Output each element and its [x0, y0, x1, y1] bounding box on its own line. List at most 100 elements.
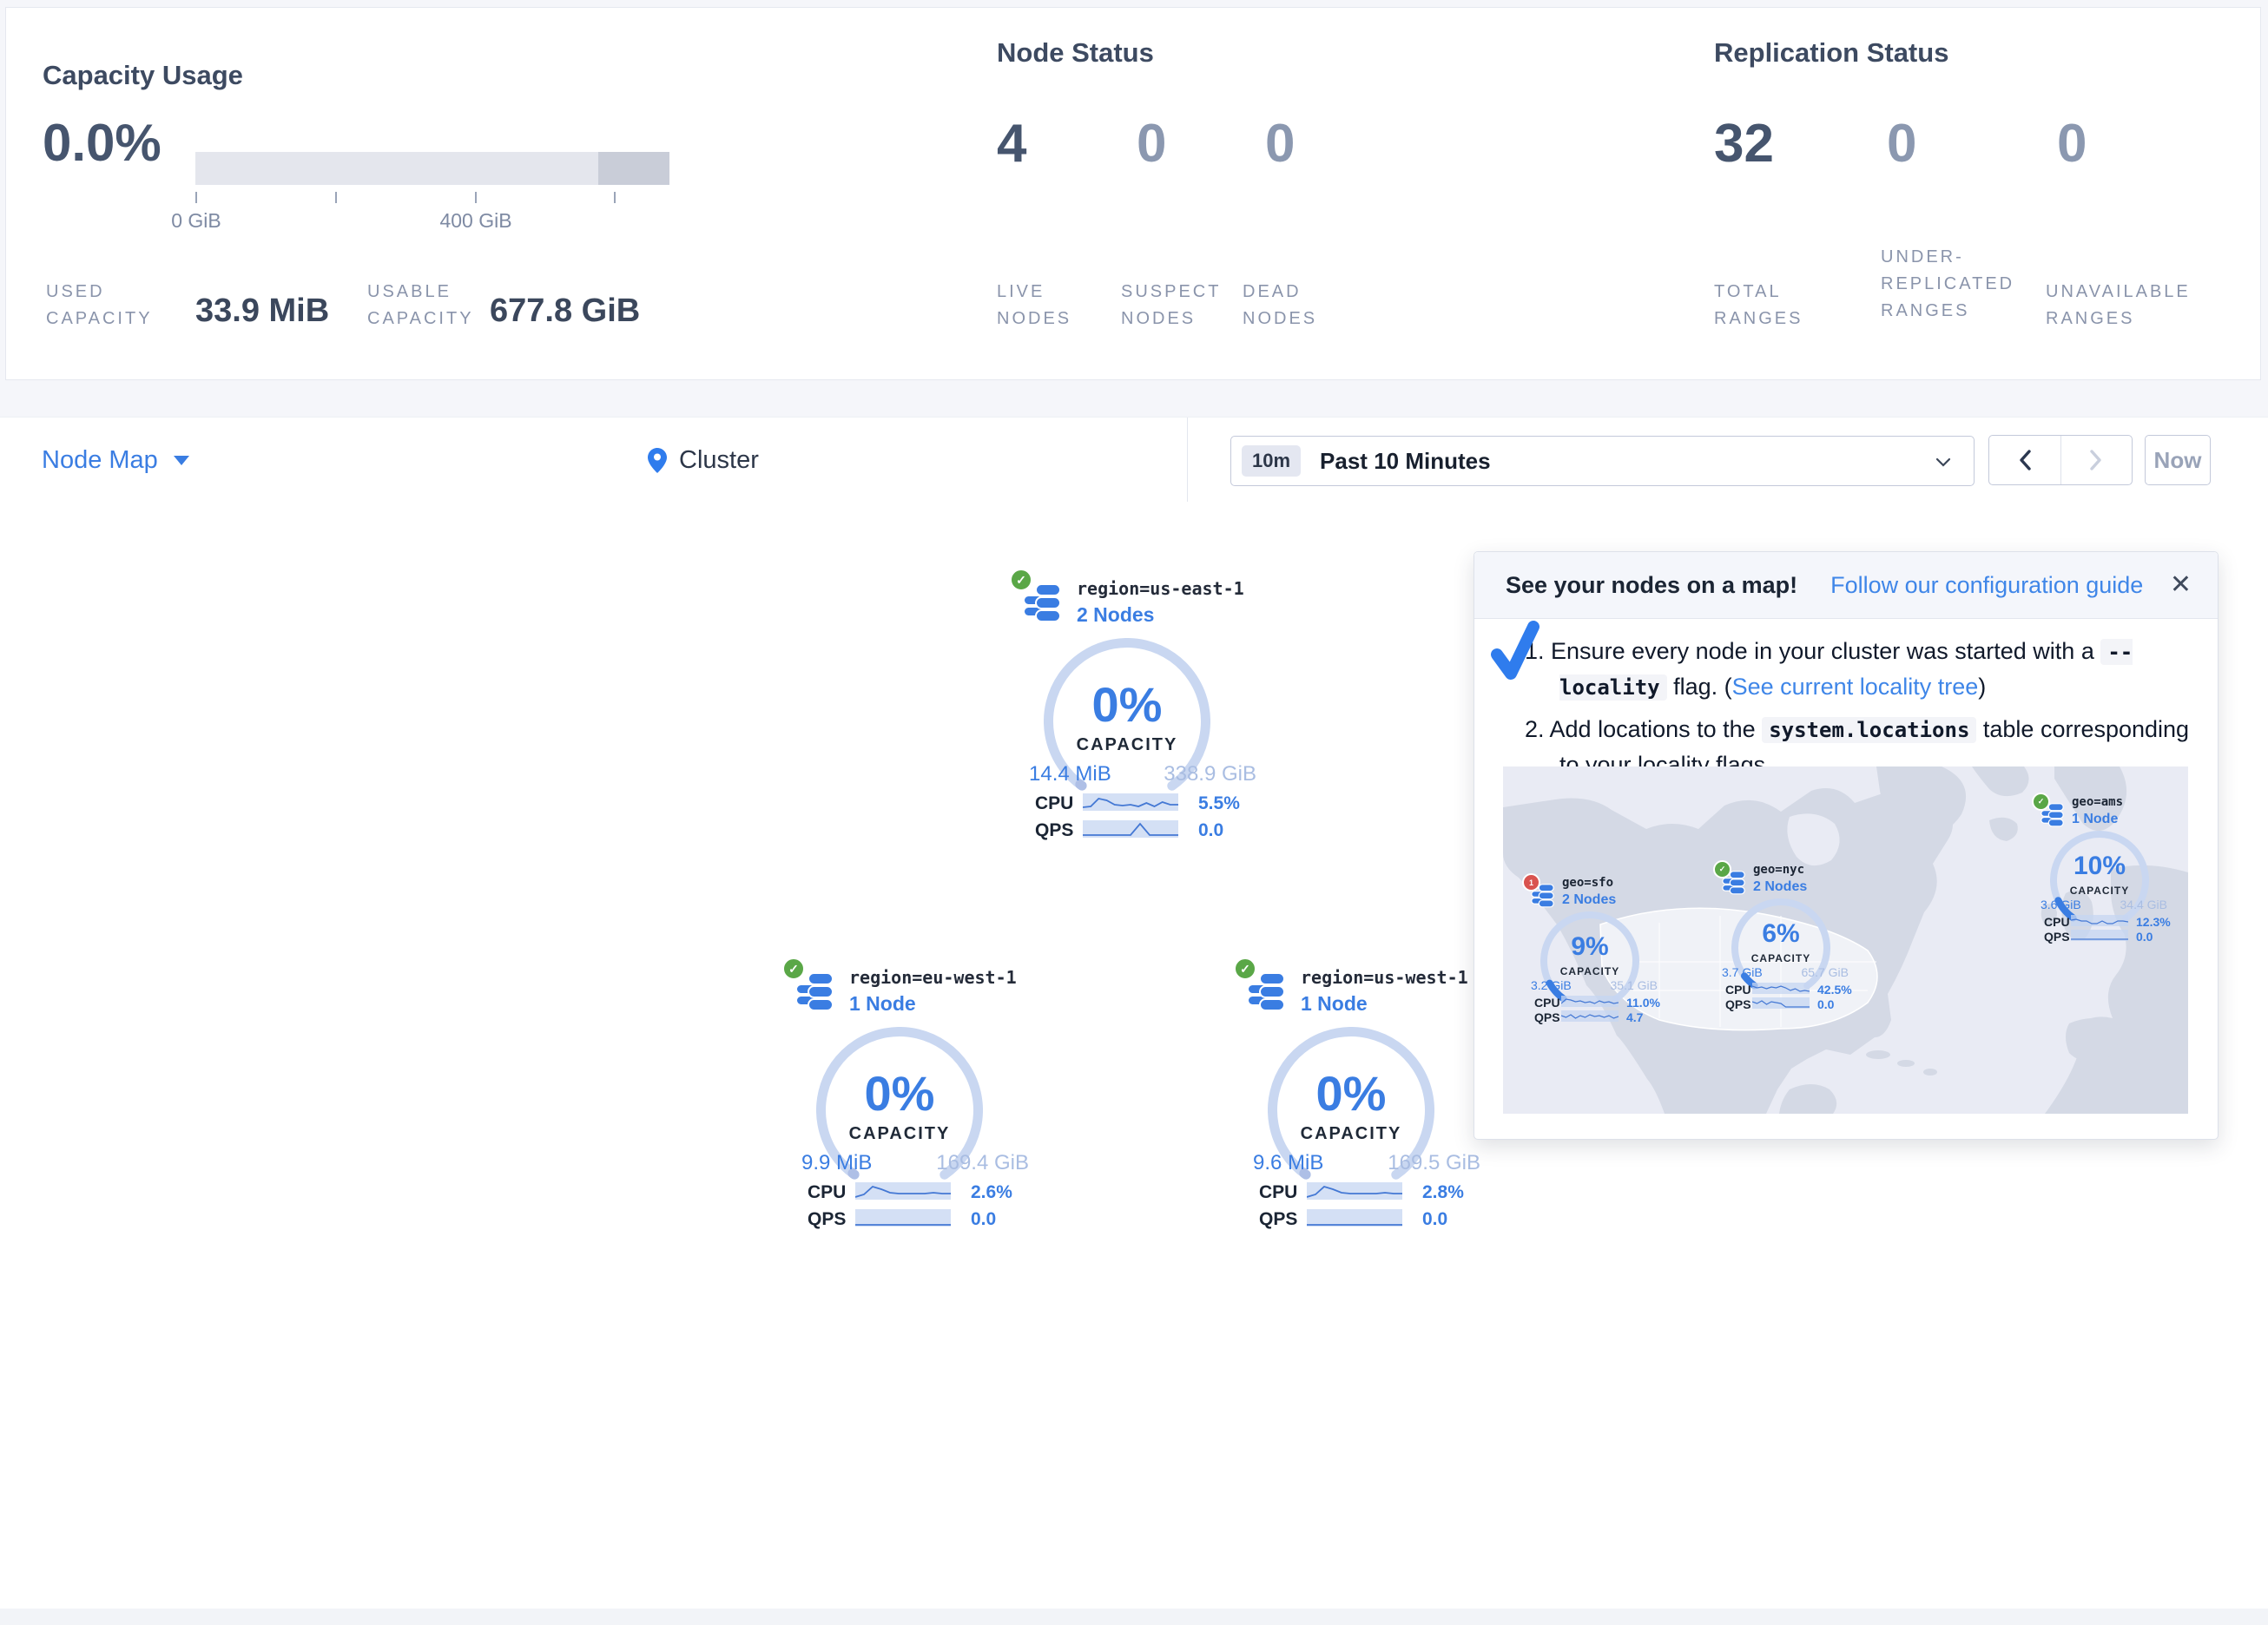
capacity-percent: 0% — [816, 1065, 983, 1122]
bottom-strip — [0, 1609, 2268, 1625]
view-mode-dropdown[interactable]: Node Map — [42, 418, 189, 503]
capacity-caption: CAPACITY — [1044, 735, 1210, 755]
stat-label: LIVE NODES — [997, 279, 1092, 332]
usable-capacity-label: USABLE CAPACITY — [367, 279, 489, 332]
close-icon[interactable]: ✕ — [2170, 569, 2192, 600]
axis-tick — [195, 192, 197, 203]
node-count-link[interactable]: 2 Nodes — [1077, 603, 1154, 627]
inline-code: system.locations — [1762, 717, 1976, 743]
metric-label: QPS — [1035, 820, 1073, 841]
cpu-metric-row: CPU2.6% — [780, 1182, 1040, 1203]
locality-node-group[interactable]: 1 geo=sfo2 Nodes9%CAPACITY3.2 GiB35.1 Gi… — [1519, 872, 1675, 1032]
capacity-total-value: 65.7 GiB — [1802, 965, 1849, 979]
breadcrumb[interactable]: Cluster — [648, 418, 759, 503]
view-mode-label: Node Map — [42, 446, 158, 475]
metric-value: 2.8% — [1422, 1182, 1464, 1203]
step-done-check-icon — [1490, 620, 1540, 684]
qps-metric-row: QPS0.0 — [2028, 930, 2185, 951]
time-prev-button[interactable] — [1989, 436, 2060, 484]
metric-value: 4.7 — [1626, 1010, 1643, 1024]
node-count-link[interactable]: 2 Nodes — [1753, 879, 1807, 895]
step-text: Add locations to the — [1550, 716, 1763, 742]
metric-value: 0.0 — [1198, 820, 1223, 841]
capacity-percent: 9% — [1540, 932, 1639, 962]
capacity-usage-bar — [195, 152, 669, 185]
axis-tick — [614, 192, 616, 203]
qps-metric-row: QPS4.7 — [1519, 1010, 1675, 1031]
locality-name: geo=sfo — [1562, 876, 1613, 890]
cpu-sparkline — [2071, 915, 2128, 931]
qps-metric-row: QPS0.0 — [780, 1209, 1040, 1230]
capacity-usage-title: Capacity Usage — [43, 60, 243, 91]
capacity-used-value: 3.6 GiB — [2041, 898, 2081, 911]
node-count-link[interactable]: 2 Nodes — [1562, 892, 1616, 908]
capacity-values: 3.6 GiB34.4 GiB — [2041, 898, 2167, 911]
metric-label: QPS — [2044, 930, 2070, 944]
nodes-on-map-popup: See your nodes on a map! Follow our conf… — [1474, 551, 2219, 1140]
cluster-summary-panel: Capacity Usage 0.0% 0 GiB 400 GiB USED C… — [5, 7, 2261, 380]
node-map-canvas: ✓ region=us-east-1 2 Nodes 0% CAPACITY 14.4 … — [0, 502, 2268, 1609]
healthy-check-icon: ✓ — [781, 957, 806, 981]
stat-label: UNDER-REPLICATED RANGES — [1881, 244, 2059, 325]
qps-metric-row: QPS0.0 — [1231, 1209, 1492, 1230]
chevron-down-icon — [174, 456, 189, 465]
node-count-link[interactable]: 1 Node — [1301, 992, 1368, 1016]
capacity-total-value: 169.4 GiB — [936, 1151, 1029, 1175]
capacity-total-value: 169.5 GiB — [1388, 1151, 1480, 1175]
locality-node-group[interactable]: ✓ geo=ams 1 Node 10% CAPACITY3.6 GiB34.4 Gi… — [2028, 791, 2185, 951]
healthy-check-icon: ✓ — [2032, 793, 2050, 811]
stat-label: SUSPECT NODES — [1121, 279, 1251, 332]
time-next-button[interactable] — [2060, 436, 2133, 484]
axis-tick-label: 0 GiB — [135, 209, 257, 233]
time-range-dropdown[interactable]: 10m Past 10 Minutes — [1230, 436, 1975, 486]
locality-node-group[interactable]: ✓ region=us-west-11 Node0%CAPACITY9.6 Mi… — [1231, 953, 1492, 1244]
nodemap-toolbar: Node Map Cluster 10m Past 10 Minutes Now — [0, 417, 2268, 503]
cpu-sparkline — [1307, 1182, 1402, 1204]
axis-tick-label: 400 GiB — [415, 209, 537, 233]
capacity-used-value: 9.6 MiB — [1253, 1151, 1323, 1175]
warning-count-badge: 1 — [1522, 873, 1540, 891]
metric-value: 11.0% — [1626, 996, 1660, 1010]
now-button[interactable]: Now — [2145, 435, 2211, 485]
node-count-link[interactable]: 1 Node — [2072, 812, 2118, 827]
node-count-link[interactable]: 1 Node — [849, 992, 916, 1016]
locality-name: geo=nyc — [1753, 863, 1804, 877]
metric-value: 0.0 — [1422, 1209, 1447, 1230]
qps-metric-row: QPS0.0 — [1710, 997, 1866, 1018]
metric-label: CPU — [1259, 1182, 1297, 1203]
capacity-caption: CAPACITY — [1731, 952, 1830, 964]
capacity-percent: 10% — [2050, 852, 2149, 881]
toolbar-divider — [1187, 418, 1188, 503]
locality-node-group[interactable]: ✓ region=eu-west-11 Node0%CAPACITY9.9 Mi… — [780, 953, 1040, 1244]
time-range-label: Past 10 Minutes — [1320, 448, 1491, 475]
qps-sparkline — [855, 1209, 951, 1231]
world-map: 1 geo=sfo2 Nodes9%CAPACITY3.2 GiB35.1 Gi… — [1503, 766, 2188, 1114]
map-pin-icon — [648, 448, 667, 473]
cpu-sparkline — [1083, 793, 1178, 815]
popup-title: See your nodes on a map! — [1506, 572, 1797, 599]
configuration-step: 1. Ensure every node in your cluster was… — [1525, 634, 2190, 705]
locality-node-group[interactable]: ✓ geo=nyc2 Nodes6%CAPACITY3.7 GiB65.7 Gi… — [1710, 859, 1866, 1019]
stat-label: UNAVAILABLE RANGES — [2046, 279, 2241, 332]
metric-label: CPU — [1035, 793, 1073, 814]
metric-value: 12.3% — [2136, 915, 2171, 929]
metric-value: 42.5% — [1817, 983, 1852, 997]
capacity-used-value: 3.7 GiB — [1722, 965, 1763, 979]
chevron-left-icon — [2018, 449, 2032, 471]
axis-tick — [335, 192, 337, 203]
metric-value: 5.5% — [1198, 793, 1240, 814]
metric-value: 0.0 — [971, 1209, 996, 1230]
stat-label: DEAD NODES — [1243, 279, 1338, 332]
locality-name: region=us-east-1 — [1077, 578, 1244, 599]
capacity-values: 14.4 MiB338.9 GiB — [1029, 762, 1256, 786]
step-number: 2. — [1525, 716, 1550, 742]
qps-sparkline — [1083, 820, 1178, 842]
configuration-guide-link[interactable]: Follow our configuration guide — [1830, 572, 2143, 599]
cpu-metric-row: CPU 5.5% — [1007, 793, 1268, 814]
locality-tree-link[interactable]: See current locality tree — [1732, 674, 1979, 700]
capacity-caption: CAPACITY — [2050, 885, 2149, 897]
locality-name: geo=ams — [2072, 795, 2123, 809]
locality-node-group[interactable]: ✓ region=us-east-12 Nodes0%CAPACITY14.4 … — [1007, 564, 1268, 855]
cpu-sparkline — [1752, 983, 1810, 998]
metric-label: CPU — [808, 1182, 846, 1203]
